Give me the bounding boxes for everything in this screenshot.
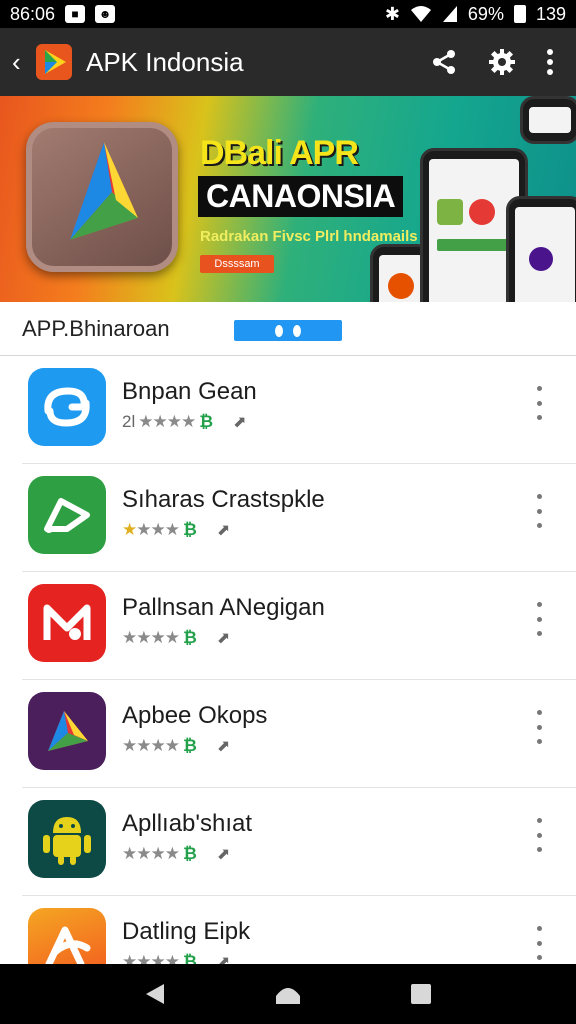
app-name: Apbee Okops bbox=[122, 702, 268, 729]
bluetooth-icon: ✱ bbox=[384, 3, 400, 24]
blue-swirl-icon bbox=[28, 368, 106, 446]
star-rating: ★★★★ bbox=[122, 844, 180, 863]
promo-banner[interactable]: DBali APR CANAONSIA Radrakan Fivsc Plrl … bbox=[0, 96, 576, 302]
banner-name: CANAONSIA bbox=[198, 176, 404, 217]
android-robot-icon bbox=[28, 800, 106, 878]
app-name: Datling Eipk bbox=[122, 918, 251, 945]
recents-square-icon[interactable] bbox=[410, 983, 432, 1005]
item-more-button[interactable] bbox=[534, 494, 544, 528]
app-name: Pallnsan ANegigan bbox=[122, 594, 325, 621]
item-more-button[interactable] bbox=[534, 818, 544, 852]
app-list: Bnpan Gean 2l ★★★★ ₿ ⬈ Sıharas Crastspkl… bbox=[0, 356, 576, 1004]
section-toggle[interactable] bbox=[234, 320, 342, 341]
banner-app-icon bbox=[26, 122, 178, 272]
pin-icon: ⬈ bbox=[216, 846, 231, 863]
back-triangle-icon[interactable] bbox=[144, 982, 166, 1006]
status-clock-right: 139 bbox=[535, 3, 566, 24]
app-meta: 2l ★★★★ ₿ ⬈ bbox=[122, 412, 246, 432]
download-badge-icon: ₿ bbox=[182, 520, 197, 539]
list-item[interactable]: Apbee Okops ★★★★ ₿ ⬈ bbox=[0, 680, 576, 788]
battery-percent: 69% bbox=[467, 3, 504, 24]
list-item[interactable]: Apllıab'shıat ★★★★ ₿ ⬈ bbox=[0, 788, 576, 896]
android-icon: ☻ bbox=[95, 5, 116, 23]
pin-icon: ⬈ bbox=[233, 414, 247, 431]
app-bar-title: APK Indonsia bbox=[86, 46, 244, 77]
list-item[interactable]: Pallnsan ANegigan ★★★★ ₿ ⬈ bbox=[0, 572, 576, 680]
home-icon[interactable] bbox=[274, 982, 302, 1006]
item-more-button[interactable] bbox=[534, 926, 544, 960]
banner-headline: DBali APR bbox=[200, 134, 359, 172]
phone-mockup bbox=[520, 96, 576, 144]
settings-icon[interactable] bbox=[488, 48, 516, 76]
list-item[interactable]: Sıharas Crastspkle ★★★★ ₿ ⬈ bbox=[0, 464, 576, 572]
item-more-button[interactable] bbox=[534, 710, 544, 744]
section-header: APP.Bhinaroan bbox=[0, 302, 576, 356]
download-badge-icon: ₿ bbox=[182, 844, 197, 863]
section-title: APP.Bhinaroan bbox=[22, 315, 170, 341]
download-badge-icon: ₿ bbox=[182, 736, 197, 755]
star-rating: ★★★★ bbox=[122, 736, 180, 755]
app-bar: ‹ APK Indonsia bbox=[0, 28, 576, 96]
item-more-button[interactable] bbox=[534, 386, 544, 420]
purple-triangle-icon bbox=[28, 692, 106, 770]
app-meta: ★★★★ ₿ ⬈ bbox=[122, 520, 230, 540]
more-vert-icon[interactable] bbox=[546, 49, 554, 75]
notification-icon: ■ bbox=[65, 5, 86, 23]
app-meta: ★★★★ ₿ ⬈ bbox=[122, 844, 230, 864]
status-time: 86:06 bbox=[10, 3, 56, 24]
red-m-icon bbox=[28, 584, 106, 662]
status-bar: 86:06 ■ ☻ ✱ 69% 139 bbox=[0, 0, 576, 28]
battery-icon bbox=[513, 5, 526, 23]
list-item[interactable]: Bnpan Gean 2l ★★★★ ₿ ⬈ bbox=[0, 356, 576, 464]
wifi-icon bbox=[410, 6, 431, 22]
app-meta: ★★★★ ₿ ⬈ bbox=[122, 736, 230, 756]
download-badge-icon: ₿ bbox=[182, 628, 197, 647]
app-name: Bnpan Gean bbox=[122, 378, 257, 405]
star-rating: ★★★★ bbox=[122, 520, 180, 539]
item-more-button[interactable] bbox=[534, 602, 544, 636]
app-rating-prefix: 2l bbox=[122, 412, 136, 431]
app-name: Apllıab'shıat bbox=[122, 810, 252, 837]
banner-button[interactable]: Dssssam bbox=[200, 255, 274, 273]
phone-mockup bbox=[506, 196, 576, 302]
app-logo-icon bbox=[36, 44, 72, 80]
download-badge-icon: ₿ bbox=[199, 412, 214, 431]
share-icon[interactable] bbox=[430, 48, 458, 76]
banner-tagline: Radrakan Fivsc Plrl hndamails bbox=[200, 228, 418, 245]
green-arrow-icon bbox=[28, 476, 106, 554]
system-nav-bar bbox=[0, 964, 576, 1024]
star-rating: ★★★★ bbox=[122, 628, 180, 647]
pin-icon: ⬈ bbox=[216, 522, 231, 539]
back-arrow-icon[interactable]: ‹ bbox=[12, 47, 36, 78]
app-meta: ★★★★ ₿ ⬈ bbox=[122, 628, 230, 648]
app-name: Sıharas Crastspkle bbox=[122, 486, 325, 513]
pin-icon: ⬈ bbox=[216, 738, 231, 755]
star-rating: ★★★★ bbox=[138, 412, 196, 431]
pin-icon: ⬈ bbox=[216, 630, 231, 647]
signal-icon bbox=[442, 6, 457, 22]
